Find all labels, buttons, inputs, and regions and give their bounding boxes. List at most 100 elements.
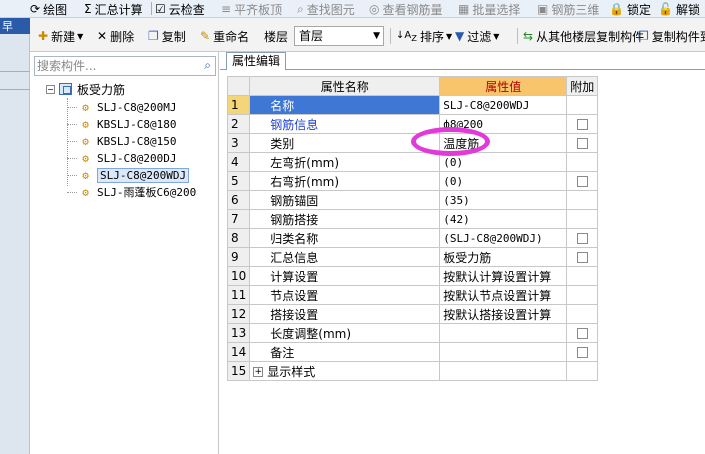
dock-tab[interactable]: 早 [0,18,30,34]
property-value-cell[interactable]: 按默认搭接设置计算 [439,304,568,324]
table-row[interactable]: 3 类别 温度筋 [226,133,599,153]
property-name-label: 名称 [270,98,295,113]
property-name-cell[interactable]: 钢筋锚固 [249,190,441,210]
new-label: 新建 [51,29,76,44]
floor-select[interactable]: 首层 ▼ [294,26,384,46]
table-row[interactable]: 7 钢筋搭接 (42) [226,209,599,229]
table-row[interactable]: 14 备注 [226,342,599,362]
tree-item[interactable]: ⚙ KBSLJ-C8@180 [80,115,176,133]
name-column-header[interactable]: 属性名称 [249,76,441,96]
add-checkbox[interactable] [576,176,588,187]
add-checkbox[interactable] [576,347,588,358]
copy-to-button[interactable]: ❐ 复制构件到 [638,27,705,45]
tree-item[interactable]: ⚙ KBSLJ-C8@150 [80,132,176,150]
add-checkbox[interactable] [576,252,588,263]
property-value-cell[interactable]: (0) [439,171,568,191]
add-checkbox[interactable] [576,328,588,339]
property-name-cell[interactable]: + 显示样式 [249,361,441,381]
collapse-toggle-icon[interactable]: − [46,84,55,94]
expand-icon[interactable]: + [253,367,264,377]
table-row[interactable]: 8 归类名称 (SLJ-C8@200WDJ) [226,228,599,248]
sort-button[interactable]: ↓AZ 排序 ▼ [396,27,452,45]
tree-connector [67,175,77,176]
property-value-cell[interactable] [439,323,568,343]
delete-button[interactable]: ✕ 删除 [97,27,134,45]
top-toolbar-item[interactable]: ◎ 查看钢筋量 [369,1,443,17]
value-column-header[interactable]: 属性值 [439,76,568,96]
property-name-cell[interactable]: 节点设置 [249,285,441,305]
add-cell [566,285,599,305]
property-name-cell[interactable]: 钢筋搭接 [249,209,441,229]
top-toolbar-item[interactable]: ▣ 钢筋三维 [537,1,599,17]
rename-button[interactable]: ✎ 重命名 [200,27,249,45]
add-checkbox[interactable] [576,138,588,149]
property-name-cell[interactable]: 名称 [249,95,441,115]
tree-item[interactable]: ⚙ SLJ-雨蓬板C6@200 [80,183,196,201]
table-row[interactable]: 6 钢筋锚固 (35) [226,190,599,210]
table-row[interactable]: 10 计算设置 按默认计算设置计算 [226,266,599,286]
search-input[interactable] [37,58,187,74]
tree-item[interactable]: ⚙ SLJ-C8@200MJ [80,98,176,116]
top-toolbar-item[interactable]: Σ 汇总计算 [84,1,143,17]
property-value-cell[interactable]: (SLJ-C8@200WDJ) [439,228,568,248]
top-toolbar-item[interactable]: 🔒 锁定 [609,1,651,17]
property-value-cell[interactable]: 温度筋 [439,133,568,153]
row-number: 15 [226,361,251,381]
property-name-cell[interactable]: 汇总信息 [249,247,441,267]
property-name-cell[interactable]: 归类名称 [249,228,441,248]
property-value-cell[interactable]: (42) [439,209,568,229]
tree-root[interactable]: − 板受力筋 [46,80,125,98]
top-toolbar-item[interactable]: ☑ 云检查 [155,1,205,17]
search-icon[interactable]: ⌕ [204,58,211,73]
property-name-label: 归类名称 [270,231,319,246]
property-value-cell[interactable]: 按默认节点设置计算 [439,285,568,305]
property-name-cell[interactable]: 备注 [249,342,441,362]
top-toolbar-item[interactable]: ▦ 批量选择 [458,1,520,17]
property-name-cell[interactable]: 钢筋信息 [249,114,441,134]
table-row[interactable]: 1 名称 SLJ-C8@200WDJ [226,95,599,115]
property-value-cell[interactable]: 板受力筋 [439,247,568,267]
tree-item[interactable]: ⚙ SLJ-C8@200WDJ [80,166,190,184]
copy-button[interactable]: ❐ 复制 [148,27,186,45]
property-name-cell[interactable]: 类别 [249,133,441,153]
table-row[interactable]: 12 搭接设置 按默认搭接设置计算 [226,304,599,324]
property-value-cell[interactable]: ф8@200 [439,114,568,134]
new-button[interactable]: ✚ 新建 ▼ [38,27,83,45]
property-name-cell[interactable]: 长度调整(mm) [249,323,441,343]
table-row[interactable]: 11 节点设置 按默认节点设置计算 [226,285,599,305]
table-row[interactable]: 4 左弯折(mm) (0) [226,152,599,172]
table-row[interactable]: 9 汇总信息 板受力筋 [226,247,599,267]
property-value-cell[interactable] [439,361,568,381]
property-name-label: 钢筋信息 [270,117,319,132]
property-value-cell[interactable] [439,342,568,362]
row-number: 5 [226,171,251,191]
copy-from-floor-button[interactable]: ⇆ 从其他楼层复制构件 [523,27,644,45]
top-toolbar-item-label: 查看钢筋量 [382,2,443,17]
top-toolbar-item[interactable]: ≡ 平齐板顶 [221,1,282,17]
property-value-cell[interactable]: (0) [439,152,568,172]
top-toolbar-item[interactable]: ⌕ 查找图元 [297,1,355,17]
add-checkbox[interactable] [576,233,588,244]
rename-label: 重命名 [213,29,250,44]
top-toolbar-item[interactable]: 🔓 解锁 [658,1,700,17]
row-number: 9 [226,247,251,267]
property-name-cell[interactable]: 计算设置 [249,266,441,286]
property-value-cell[interactable]: 按默认计算设置计算 [439,266,568,286]
add-checkbox[interactable] [576,119,588,130]
table-row[interactable]: 2 钢筋信息 ф8@200 [226,114,599,134]
tree-item[interactable]: ⚙ SLJ-C8@200DJ [80,149,176,167]
property-name-cell[interactable]: 右弯折(mm) [249,171,441,191]
filter-button[interactable]: ▼ 过滤 ▼ [455,27,499,45]
table-row[interactable]: 15 + 显示样式 [226,361,599,381]
add-cell [566,361,599,381]
property-value-cell[interactable]: SLJ-C8@200WDJ [439,95,568,115]
tab-property-edit[interactable]: 属性编辑 [226,52,287,70]
add-column-header[interactable]: 附加 [566,76,599,96]
property-name-cell[interactable]: 左弯折(mm) [249,152,441,172]
table-header-row: 属性名称 属性值 附加 [226,76,599,96]
property-value-cell[interactable]: (35) [439,190,568,210]
table-row[interactable]: 13 长度调整(mm) [226,323,599,343]
top-toolbar-item[interactable]: ⟳ 绘图 [30,1,67,17]
property-name-cell[interactable]: 搭接设置 [249,304,441,324]
table-row[interactable]: 5 右弯折(mm) (0) [226,171,599,191]
